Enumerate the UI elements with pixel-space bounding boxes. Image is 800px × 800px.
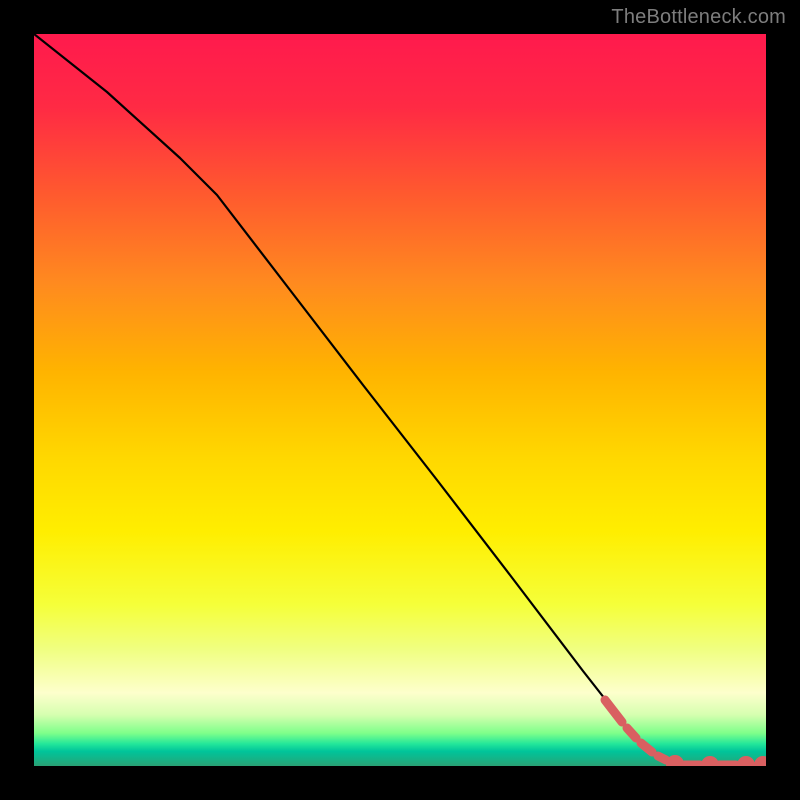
plot-area	[34, 34, 766, 766]
highlight-tail	[605, 700, 766, 766]
watermark-text: TheBottleneck.com	[611, 6, 786, 29]
chart-frame: TheBottleneck.com	[0, 0, 800, 800]
chart-svg	[34, 34, 766, 766]
curve-line	[34, 34, 766, 765]
